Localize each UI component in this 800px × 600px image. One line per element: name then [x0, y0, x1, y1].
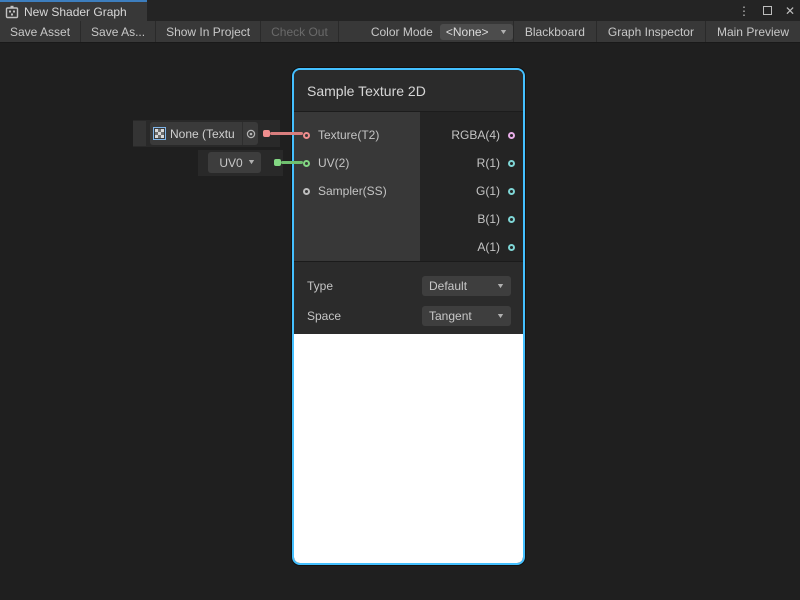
close-icon[interactable]: ✕ [785, 4, 795, 18]
check-out-button: Check Out [261, 21, 339, 42]
graph-inspector-toggle-button[interactable]: Graph Inspector [596, 21, 705, 42]
chevron-down-icon: ▼ [499, 29, 508, 36]
save-as-button[interactable]: Save As... [81, 21, 156, 42]
port-label: A(1) [477, 240, 500, 254]
uv-channel-value: UV0 [214, 156, 248, 170]
texture-port-input-pad [133, 121, 146, 146]
texture-field-value: None (Textu [170, 127, 242, 141]
space-value: Tangent [429, 309, 497, 323]
node-sample-texture-2d[interactable]: Sample Texture 2D Texture(T2) UV(2) Samp… [292, 68, 525, 565]
color-mode-dropdown[interactable]: <None> ▼ [440, 24, 513, 40]
port-row-sampler: Sampler(SS) [294, 177, 420, 205]
chevron-down-icon: ▼ [247, 159, 256, 166]
space-dropdown[interactable]: Tangent ▼ [422, 306, 511, 326]
space-label: Space [307, 309, 422, 323]
port-row-g: G(1) [420, 177, 523, 205]
object-picker-icon[interactable] [242, 122, 258, 145]
type-setting-row: Type Default ▼ [307, 271, 511, 301]
main-preview-toggle-button[interactable]: Main Preview [705, 21, 800, 42]
port-row-rgba: RGBA(4) [420, 121, 523, 149]
input-port-sampler[interactable] [303, 188, 310, 195]
toolbar: Save Asset Save As... Show In Project Ch… [0, 21, 800, 43]
texture-edge-wire[interactable] [270, 132, 303, 135]
shader-graph-asset-icon [5, 5, 19, 19]
output-port-g[interactable] [508, 188, 515, 195]
node-settings-section: Type Default ▼ Space Tangent ▼ [294, 262, 523, 334]
output-port-a[interactable] [508, 244, 515, 251]
uv-channel-dropdown[interactable]: UV0 ▼ [208, 152, 261, 173]
port-label: RGBA(4) [451, 128, 500, 142]
port-label: UV(2) [318, 156, 349, 170]
blackboard-toggle-button[interactable]: Blackboard [513, 21, 596, 42]
more-menu-icon[interactable]: ⋮ [738, 4, 750, 18]
uv-connector-dot [274, 159, 281, 166]
type-label: Type [307, 279, 422, 293]
port-row-texture: Texture(T2) [294, 121, 420, 149]
tab-title: New Shader Graph [24, 5, 127, 19]
toolbar-right-group: Blackboard Graph Inspector Main Preview [513, 21, 800, 42]
tab-new-shader-graph[interactable]: New Shader Graph [0, 0, 147, 21]
window-controls: ⋮ ✕ [738, 0, 795, 21]
output-port-r[interactable] [508, 160, 515, 167]
node-port-section: Texture(T2) UV(2) Sampler(SS) RGBA(4) [294, 112, 523, 261]
node-outputs-column: RGBA(4) R(1) G(1) B(1) [420, 112, 523, 261]
chevron-down-icon: ▼ [496, 283, 505, 290]
port-row-b: B(1) [420, 205, 523, 233]
texture-connector-dot [263, 130, 270, 137]
color-mode-label: Color Mode [371, 21, 433, 42]
node-title[interactable]: Sample Texture 2D [294, 70, 523, 112]
type-dropdown[interactable]: Default ▼ [422, 276, 511, 296]
port-label: Texture(T2) [318, 128, 379, 142]
show-in-project-button[interactable]: Show In Project [156, 21, 261, 42]
title-bar: New Shader Graph ⋮ ✕ [0, 0, 800, 21]
output-port-b[interactable] [508, 216, 515, 223]
chevron-down-icon: ▼ [496, 313, 505, 320]
port-label: G(1) [476, 184, 500, 198]
save-asset-button[interactable]: Save Asset [0, 21, 81, 42]
port-label: R(1) [477, 156, 500, 170]
output-port-rgba[interactable] [508, 132, 515, 139]
space-setting-row: Space Tangent ▼ [307, 301, 511, 331]
input-port-texture[interactable] [303, 132, 310, 139]
port-row-uv: UV(2) [294, 149, 420, 177]
uv-edge-wire[interactable] [281, 161, 303, 164]
port-label: Sampler(SS) [318, 184, 387, 198]
node-inputs-column: Texture(T2) UV(2) Sampler(SS) [294, 112, 420, 261]
node-preview-area [294, 334, 523, 563]
shader-graph-window: New Shader Graph ⋮ ✕ Save Asset Save As.… [0, 0, 800, 600]
texture-object-field[interactable]: None (Textu [150, 122, 258, 145]
type-value: Default [429, 279, 497, 293]
graph-canvas[interactable]: None (Textu UV0 ▼ Sample Texture 2D [0, 43, 800, 600]
color-mode-value: <None> [446, 25, 500, 39]
maximize-icon[interactable] [763, 6, 772, 15]
port-row-a: A(1) [420, 233, 523, 261]
texture-thumbnail-icon [153, 127, 166, 140]
port-label: B(1) [477, 212, 500, 226]
input-port-uv[interactable] [303, 160, 310, 167]
port-row-r: R(1) [420, 149, 523, 177]
